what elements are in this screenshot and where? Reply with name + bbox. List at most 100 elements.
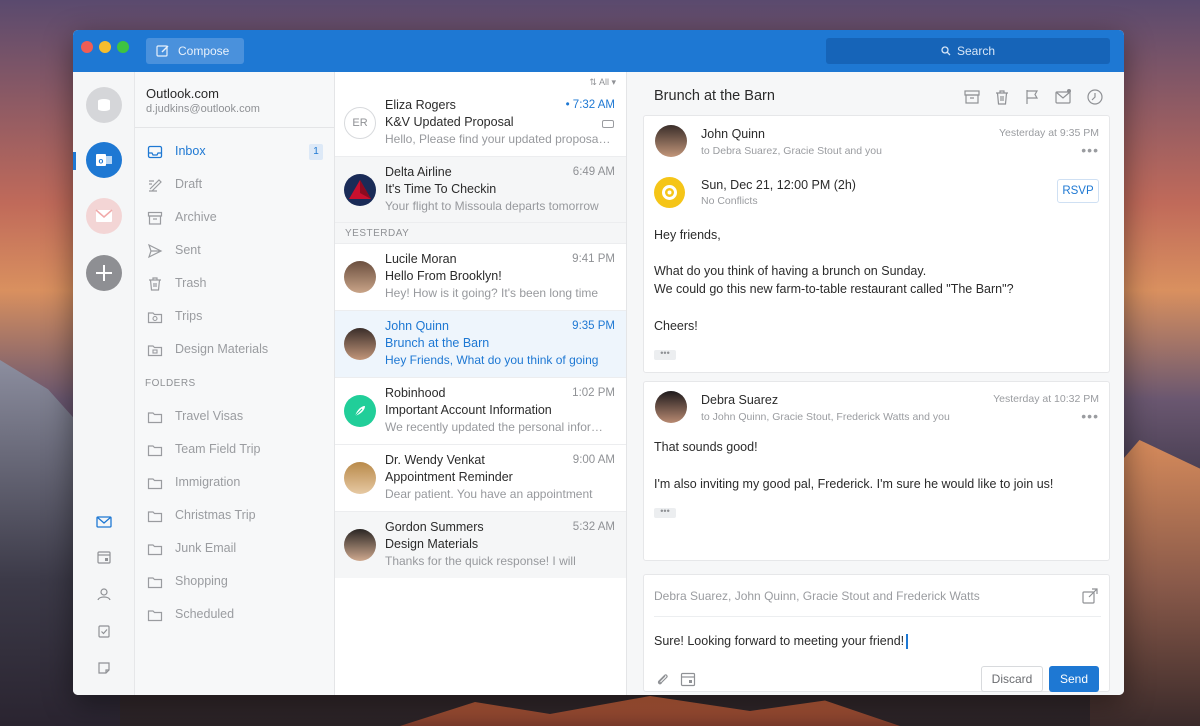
folder-design-materials[interactable]: Design Materials (135, 333, 335, 366)
conversation-title: Brunch at the Barn (654, 88, 775, 104)
message-item[interactable]: Robinhood Important Account Information … (335, 378, 626, 444)
message-item-selected[interactable]: John Quinn Brunch at the Barn Hey Friend… (335, 311, 626, 377)
compose-button[interactable]: Compose (146, 38, 244, 64)
message-item[interactable]: Gordon Summers Design Materials Thanks f… (335, 512, 626, 578)
folders-section-title: FOLDERS (145, 378, 196, 389)
delta-logo-icon (349, 180, 371, 199)
search-field[interactable]: Search (826, 38, 1110, 64)
add-account-button[interactable] (86, 255, 122, 291)
folder-immigration[interactable]: Immigration (135, 466, 335, 499)
folder-label: Junk Email (175, 541, 237, 555)
note-icon (98, 662, 110, 674)
database-icon (98, 99, 110, 111)
plus-icon (96, 265, 112, 281)
filter-dropdown[interactable]: ⇅ All ▾ (589, 77, 616, 88)
rsvp-button[interactable]: RSVP (1057, 179, 1099, 203)
folder-inbox[interactable]: Inbox 1 (135, 135, 335, 168)
message-subject: Important Account Information (385, 403, 552, 417)
message-sender: Dr. Wendy Venkat (385, 453, 485, 467)
folder-junk-email[interactable]: Junk Email (135, 532, 335, 565)
contacts-nav-button[interactable] (95, 585, 113, 603)
minimize-window-button[interactable] (99, 41, 111, 53)
avatar (655, 125, 687, 157)
message-sender: Lucile Moran (385, 252, 457, 266)
folder-archive[interactable]: Archive (135, 201, 335, 234)
section-yesterday: YESTERDAY (335, 222, 626, 244)
account-avatar-generic[interactable] (86, 87, 122, 123)
reply-body-input[interactable]: Sure! Looking forward to meeting your fr… (654, 634, 908, 650)
unread-badge: 1 (309, 144, 323, 160)
mail-nav-button[interactable] (95, 513, 113, 531)
folder-team-field-trip[interactable]: Team Field Trip (135, 433, 335, 466)
folder-icon (147, 345, 163, 357)
folder-label: Inbox (175, 144, 206, 158)
clock-icon[interactable] (1086, 88, 1104, 106)
tasks-nav-button[interactable] (95, 622, 113, 640)
show-quoted-button[interactable]: ••• (654, 349, 676, 360)
account-gmail[interactable] (86, 198, 122, 234)
folder-christmas-trip[interactable]: Christmas Trip (135, 499, 335, 532)
calendar-nav-button[interactable] (95, 548, 113, 566)
popout-icon[interactable] (1081, 587, 1099, 605)
more-options-button[interactable]: ••• (1081, 408, 1099, 424)
message-item[interactable]: Delta Airline It's Time To Checkin Your … (335, 157, 626, 223)
svg-text:o: o (99, 157, 104, 166)
message-card: John Quinn to Debra Suarez, Gracie Stout… (643, 115, 1110, 373)
account-outlook[interactable]: o (86, 142, 122, 178)
event-title: Sun, Dec 21, 12:00 PM (2h) (701, 178, 856, 192)
calendar-icon (97, 551, 111, 564)
reply-recipients[interactable]: Debra Suarez, John Quinn, Gracie Stout a… (654, 589, 980, 603)
folder-scheduled[interactable]: Scheduled (135, 598, 335, 631)
message-sender: Gordon Summers (385, 520, 484, 534)
event-conflicts: No Conflicts (701, 195, 758, 207)
close-window-button[interactable] (81, 41, 93, 53)
folder-label: Draft (175, 177, 203, 191)
message-subject: Brunch at the Barn (385, 336, 490, 350)
message-time: 6:49 AM (572, 166, 615, 178)
sent-icon (147, 243, 163, 259)
more-options-button[interactable]: ••• (1081, 142, 1099, 158)
message-item[interactable]: Dr. Wendy Venkat Appointment Reminder De… (335, 445, 626, 511)
notes-nav-button[interactable] (95, 659, 113, 677)
trips-icon (147, 312, 163, 324)
inbox-icon (147, 145, 163, 159)
avatar (344, 174, 376, 206)
message-item[interactable]: Lucile Moran Hello From Brooklyn! Hey! H… (335, 244, 626, 310)
trash-icon[interactable] (993, 88, 1011, 106)
message-preview: Hey Friends, What do you think of going (385, 353, 599, 367)
folder-label: Travel Visas (175, 409, 244, 423)
archive-icon[interactable] (963, 88, 981, 106)
folder-draft[interactable]: Draft (135, 168, 335, 201)
paperclip-icon[interactable] (654, 671, 670, 687)
message-body-line: We could go this new farm-to-table resta… (654, 282, 1014, 296)
message-item[interactable]: ER Eliza Rogers K&V Updated Proposal Hel… (335, 90, 626, 156)
calendar-event-icon (662, 185, 677, 200)
calendar-icon[interactable] (680, 671, 696, 687)
folder-sent[interactable]: Sent (135, 234, 335, 267)
recipients: to John Quinn, Gracie Stout, Frederick W… (701, 411, 950, 423)
folder-icon (147, 577, 163, 589)
folder-trash[interactable]: Trash (135, 267, 335, 300)
folder-icon (147, 478, 163, 490)
event-icon (654, 177, 685, 208)
send-button[interactable]: Send (1049, 666, 1099, 692)
folder-trips[interactable]: Trips (135, 300, 335, 333)
sender-name: John Quinn (701, 127, 765, 141)
selected-account-indicator (73, 152, 76, 170)
mark-read-icon[interactable] (1054, 88, 1072, 106)
flag-icon[interactable] (1023, 88, 1041, 106)
account-rail: o (73, 72, 135, 695)
zoom-window-button[interactable] (117, 41, 129, 53)
folder-shopping[interactable]: Shopping (135, 565, 335, 598)
message-subject: K&V Updated Proposal (385, 115, 514, 129)
background-mountain-bottom (400, 696, 900, 726)
task-icon (98, 625, 110, 638)
folder-icon (147, 610, 163, 622)
folder-travel-visas[interactable]: Travel Visas (135, 400, 335, 433)
message-sender: John Quinn (385, 319, 449, 333)
discard-button[interactable]: Discard (981, 666, 1043, 692)
message-body-line: That sounds good! (654, 440, 758, 454)
show-quoted-button[interactable]: ••• (654, 507, 676, 518)
folder-label: Team Field Trip (175, 442, 261, 456)
message-body-line: Cheers! (654, 319, 698, 333)
